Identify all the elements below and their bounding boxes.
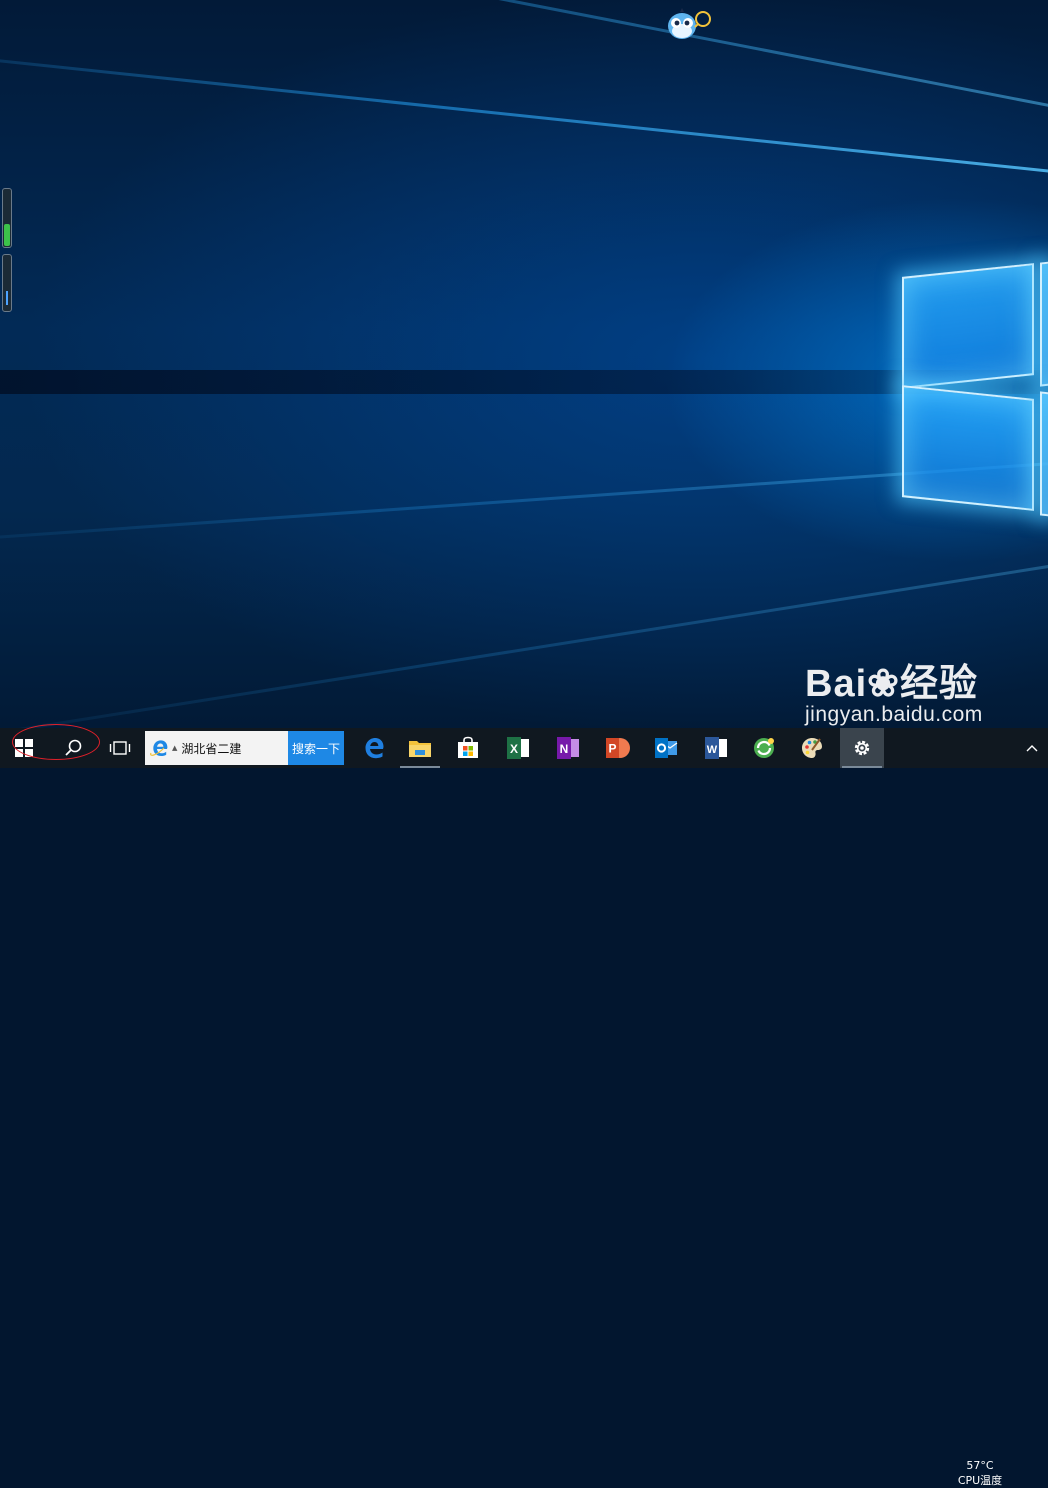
start-button[interactable]: [0, 728, 48, 768]
light-beam: [0, 39, 1048, 178]
powerpoint-icon: P: [606, 738, 630, 758]
gadget-level-fill: [4, 224, 10, 246]
taskbar-app-powerpoint[interactable]: P: [596, 728, 640, 768]
task-view-icon: [109, 741, 131, 755]
task-view-button[interactable]: [98, 728, 142, 768]
side-gadget-bottom[interactable]: [2, 254, 12, 312]
chevron-up-icon: [1026, 745, 1038, 752]
watermark-logo: Bai❀经验: [805, 663, 978, 705]
watermark-url: jingyan.baidu.com: [805, 703, 983, 726]
taskbar-app-excel[interactable]: X: [496, 728, 540, 768]
logo-pane-bottom: [902, 385, 1034, 511]
side-gadget-top[interactable]: [2, 188, 12, 248]
light-beam: [0, 460, 1048, 554]
folder-icon: [409, 741, 431, 757]
taskbar-app-onenote[interactable]: N: [546, 728, 590, 768]
baidu-jingyan-watermark: Bai❀经验 jingyan.baidu.com: [805, 652, 983, 727]
taskbar-app-store[interactable]: [446, 728, 490, 768]
ie-icon: [150, 740, 168, 756]
search-input[interactable]: 湖北省二建: [181, 740, 241, 757]
light-beam: [0, 0, 1048, 113]
logo-pane-top: [902, 263, 1034, 389]
search-submit-button[interactable]: 搜索一下: [288, 731, 344, 765]
taskbar-app-360-browser[interactable]: [742, 728, 786, 768]
gadget-level-fill: [6, 291, 8, 305]
taskbar-app-outlook[interactable]: [644, 728, 688, 768]
excel-icon: X: [507, 737, 529, 759]
onenote-icon: N: [557, 737, 579, 759]
word-icon: W: [705, 737, 727, 759]
search-widget-box[interactable]: ▲ 湖北省二建: [145, 731, 288, 765]
cpu-temp-value: 57°C: [966, 1459, 994, 1472]
paint-palette-icon: [802, 738, 822, 758]
svg-text:X: X: [510, 742, 518, 756]
store-icon: [458, 736, 478, 758]
logo-pane-edge: [1040, 261, 1048, 387]
search-button[interactable]: [50, 728, 96, 768]
taskbar-app-edge[interactable]: [352, 728, 396, 768]
svg-text:N: N: [560, 742, 569, 756]
desktop: Bai❀经验 jingyan.baidu.com: [0, 0, 1048, 728]
cpu-temp-label: CPU温度: [957, 1474, 1003, 1487]
dropdown-arrow-icon[interactable]: ▲: [172, 744, 177, 752]
taskbar-app-file-explorer[interactable]: [398, 728, 442, 768]
cpu-temperature-widget[interactable]: 57°C CPU温度: [948, 1458, 1012, 1488]
windows-logo-icon: [15, 739, 33, 757]
outlook-icon: [655, 738, 678, 758]
search-icon: [65, 739, 82, 756]
taskbar-app-paint[interactable]: [790, 728, 834, 768]
svg-text:W: W: [707, 744, 718, 756]
gear-icon: [854, 740, 870, 756]
bird-mascot-icon[interactable]: [666, 8, 712, 42]
logo-pane-edge: [1040, 391, 1048, 517]
taskbar-app-word[interactable]: W: [694, 728, 738, 768]
shadow-band: [0, 370, 1048, 394]
svg-text:P: P: [608, 742, 616, 756]
edge-icon: [365, 738, 384, 759]
show-hidden-icons-button[interactable]: [1018, 728, 1046, 768]
taskbar-app-settings[interactable]: [840, 728, 884, 768]
360-browser-icon: [754, 738, 774, 758]
